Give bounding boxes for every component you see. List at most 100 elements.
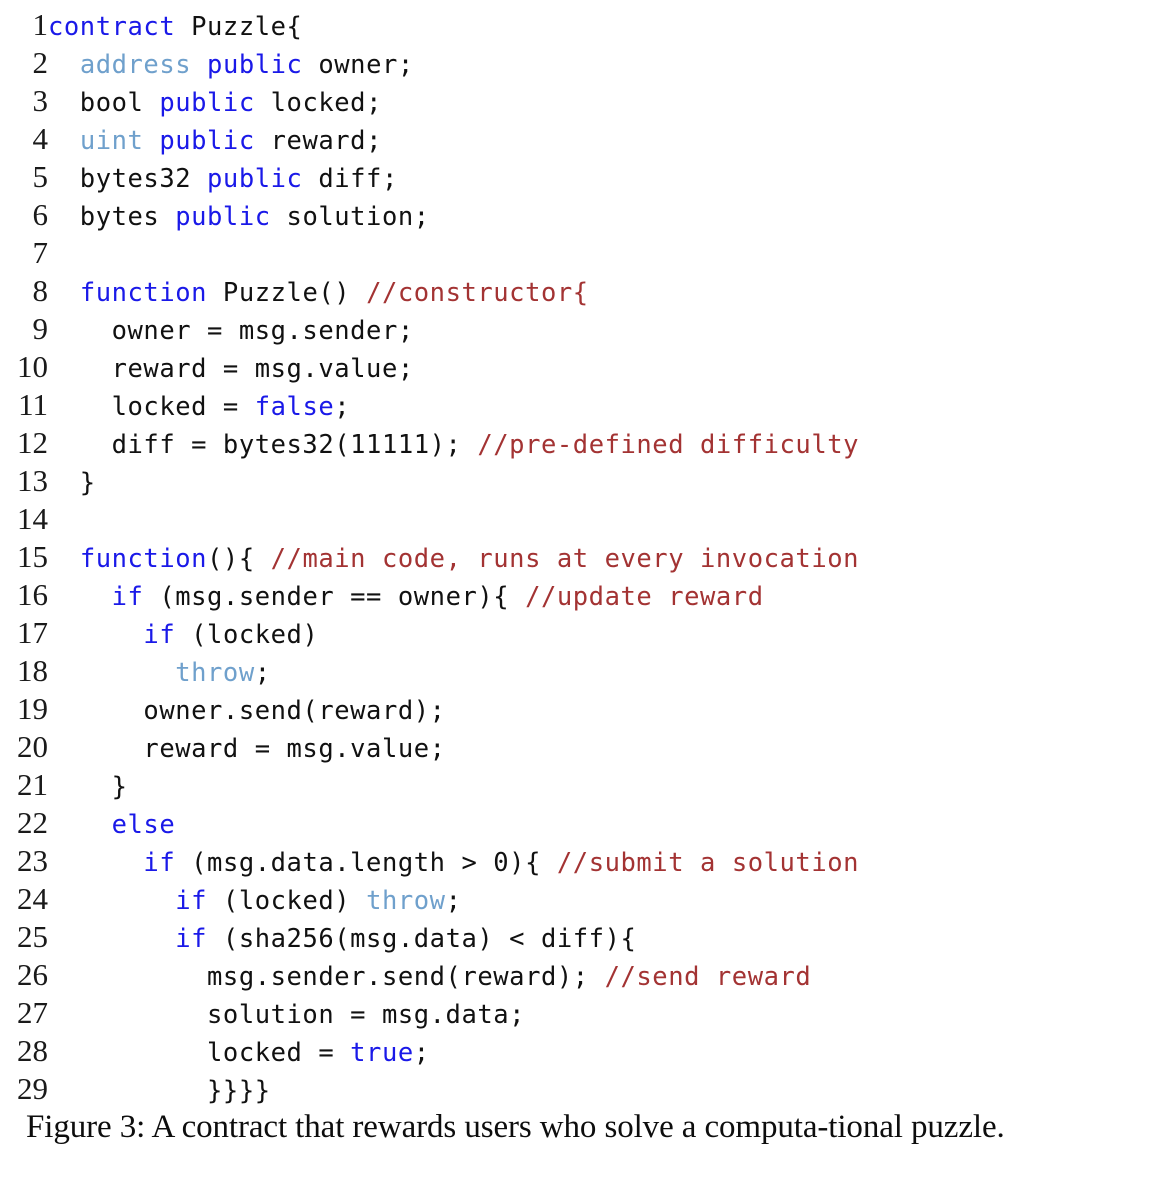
code-line-content: if (msg.sender == owner){ //update rewar…	[48, 578, 764, 616]
figure-caption-text: Figure 3: A contract that rewards users …	[26, 1109, 1005, 1145]
code-line-content: throw;	[48, 654, 271, 692]
line-number: 19	[17, 691, 48, 726]
code-token-plain: reward = msg.value;	[48, 734, 446, 764]
code-line: 17 if (locked)	[0, 614, 1160, 652]
code-line-content	[48, 236, 64, 274]
code-line: 18 throw;	[0, 652, 1160, 690]
code-line-content: bool public locked;	[48, 84, 382, 122]
line-number: 11	[18, 387, 48, 422]
line-number: 16	[17, 577, 48, 612]
code-token-kw: if	[143, 620, 176, 650]
code-token-type: uint	[79, 126, 144, 156]
code-token-comment: //send reward	[604, 962, 812, 992]
code-line-content: bytes32 public diff;	[48, 160, 398, 198]
code-token-plain: bytes	[48, 202, 176, 232]
code-token-plain: (locked)	[207, 886, 367, 916]
code-token-plain: (msg.sender == owner){	[143, 582, 526, 612]
code-line: 14	[0, 500, 1160, 538]
code-token-plain: reward;	[254, 126, 382, 156]
code-token-kw: function	[79, 278, 208, 308]
line-number: 29	[17, 1071, 48, 1106]
code-token-comment: //submit a solution	[556, 848, 860, 878]
code-listing: 1 contract Puzzle{2 address public owner;…	[0, 6, 1160, 1108]
code-line-content: bytes public solution;	[48, 198, 430, 236]
line-number: 9	[32, 311, 49, 346]
code-line-content: locked = false;	[48, 388, 350, 426]
code-line: 2 address public owner;	[0, 44, 1160, 82]
code-token-type: address	[79, 50, 192, 80]
code-line: 13 }	[0, 462, 1160, 500]
code-token-type: throw	[366, 886, 446, 916]
code-line: 27 solution = msg.data;	[0, 994, 1160, 1032]
code-token-plain: ;	[445, 886, 462, 916]
code-token-comment: //update reward	[525, 582, 764, 612]
line-number: 4	[32, 121, 49, 156]
code-line-content: if (msg.data.length > 0){ //submit a sol…	[48, 844, 859, 882]
code-line: 12 diff = bytes32(11111); //pre-defined …	[0, 424, 1160, 462]
code-token-kw: public	[207, 164, 303, 194]
code-token-plain: }}}}	[48, 1076, 271, 1106]
code-line: 8 function Puzzle() //constructor{	[0, 272, 1160, 310]
code-line: 5 bytes32 public diff;	[0, 158, 1160, 196]
code-line-content: diff = bytes32(11111); //pre-defined dif…	[48, 426, 859, 464]
code-line: 28 locked = true;	[0, 1032, 1160, 1070]
line-number: 28	[17, 1033, 48, 1068]
code-token-kw: true	[350, 1038, 414, 1068]
code-line: 16 if (msg.sender == owner){ //update re…	[0, 576, 1160, 614]
line-number: 20	[17, 729, 48, 764]
line-number: 5	[32, 159, 49, 194]
code-line-content: if (locked) throw;	[48, 882, 461, 920]
code-line-content: solution = msg.data;	[48, 996, 525, 1034]
line-number: 3	[32, 83, 49, 118]
line-number: 10	[17, 349, 48, 384]
line-number: 13	[17, 463, 48, 498]
code-line-content: if (locked)	[48, 616, 318, 654]
line-number: 17	[17, 615, 48, 650]
figure-3-container: 1 contract Puzzle{2 address public owner;…	[0, 0, 1160, 1200]
code-token-plain: ;	[254, 658, 271, 688]
code-token-comment: //constructor{	[366, 278, 589, 308]
code-token-comment: //pre-defined difficulty	[477, 430, 860, 460]
code-token-type: throw	[175, 658, 255, 688]
code-line: 3 bool public locked;	[0, 82, 1160, 120]
code-token-plain: Puzzle()	[207, 278, 367, 308]
code-token-plain: diff;	[302, 164, 398, 194]
code-token-plain: (msg.data.length > 0){	[175, 848, 557, 878]
code-line-content: uint public reward;	[48, 122, 382, 160]
code-line: 6 bytes public solution;	[0, 196, 1160, 234]
line-number: 18	[17, 653, 48, 688]
code-line: 1 contract Puzzle{	[0, 6, 1160, 44]
code-line-content: function(){ //main code, runs at every i…	[48, 540, 859, 578]
code-token-plain: solution;	[270, 202, 430, 232]
code-line-content: contract Puzzle{	[48, 8, 302, 46]
line-number: 27	[17, 995, 48, 1030]
line-number: 21	[17, 767, 48, 802]
line-number: 7	[32, 235, 49, 270]
code-line-content: }	[48, 464, 96, 502]
line-number: 12	[17, 425, 48, 460]
code-token-kw: else	[111, 810, 176, 840]
code-token-plain: owner;	[302, 50, 414, 80]
code-token-plain: (){	[207, 544, 271, 574]
code-token-comment: //main code, runs at every invocation	[270, 544, 860, 574]
line-number: 22	[17, 805, 48, 840]
code-token-kw: public	[207, 50, 303, 80]
code-line: 19 owner.send(reward);	[0, 690, 1160, 728]
code-line: 4 uint public reward;	[0, 120, 1160, 158]
code-line-content: reward = msg.value;	[48, 350, 414, 388]
code-line: 15 function(){ //main code, runs at ever…	[0, 538, 1160, 576]
code-token-kw: public	[175, 202, 271, 232]
code-token-plain: Puzzle{	[175, 12, 303, 42]
code-token-plain: solution = msg.data;	[48, 1000, 526, 1030]
code-token-kw: contract	[48, 12, 176, 42]
code-token-plain: bytes32	[48, 164, 208, 194]
code-line: 26 msg.sender.send(reward); //send rewar…	[0, 956, 1160, 994]
code-token-kw: function	[79, 544, 208, 574]
